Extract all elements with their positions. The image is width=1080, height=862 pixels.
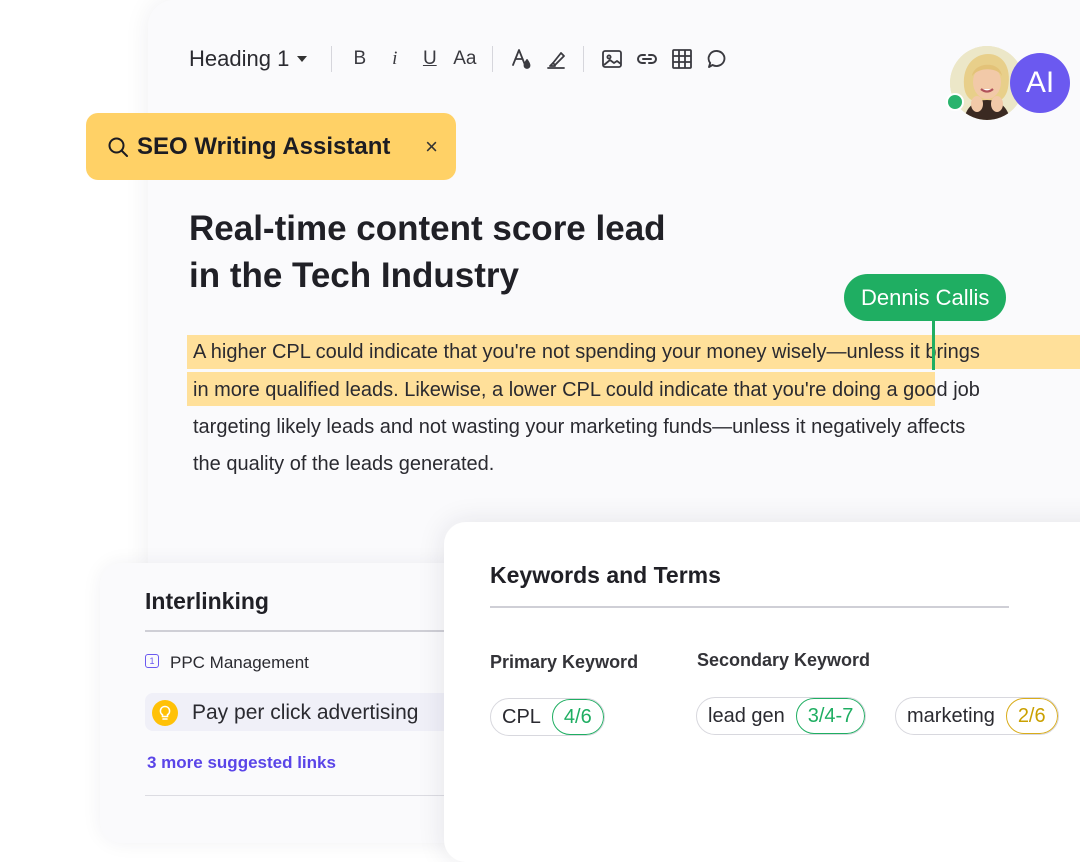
keyword-count: 3/4-7	[795, 698, 866, 734]
seo-assistant-title: SEO Writing Assistant	[137, 132, 391, 160]
keyword-chip[interactable]: CPL 4/6	[490, 698, 605, 736]
interlink-item-label[interactable]: PPC Management	[170, 653, 309, 673]
comment-button[interactable]	[703, 44, 731, 74]
lightbulb-icon	[152, 700, 178, 726]
paragraph-line[interactable]: targeting likely leads and not wasting y…	[193, 416, 965, 439]
keyword-name: lead gen	[708, 704, 785, 727]
ai-assistant-badge[interactable]: AI	[1010, 53, 1070, 113]
keywords-title: Keywords and Terms	[490, 562, 721, 588]
ai-badge-label: AI	[1025, 66, 1055, 99]
underline-icon: U	[422, 48, 437, 69]
collaborator-name: Dennis Callis	[861, 284, 990, 310]
collaborator-name-tag: Dennis Callis	[844, 274, 1007, 321]
keyword-chip[interactable]: lead gen 3/4-7	[696, 697, 867, 735]
suggested-link-text[interactable]: Pay per click advertising	[192, 701, 418, 725]
table-icon	[671, 49, 692, 69]
text-color-icon	[511, 49, 531, 69]
interlinking-bottom-divider	[145, 795, 475, 796]
keyword-count: 2/6	[1005, 698, 1058, 734]
italic-button[interactable]: i	[381, 44, 409, 74]
font-size-icon: Aa	[453, 48, 477, 69]
toolbar-divider	[583, 46, 585, 72]
bold-button[interactable]: B	[346, 44, 374, 74]
text-color-button[interactable]	[507, 44, 535, 74]
insert-image-button[interactable]	[598, 44, 626, 74]
paragraph-line[interactable]: the quality of the leads generated.	[193, 453, 494, 476]
keywords-divider	[490, 606, 1009, 608]
collaborator-cursor	[932, 320, 935, 370]
link-icon	[636, 54, 657, 64]
more-suggested-links-link[interactable]: 3 more suggested links	[147, 753, 336, 773]
underline-button[interactable]: U	[416, 44, 444, 74]
comment-icon	[707, 50, 726, 68]
toolbar-divider	[331, 46, 333, 72]
article-title-line: Real-time content score lead	[189, 209, 666, 248]
keyword-count: 4/6	[551, 699, 604, 735]
close-icon[interactable]: ×	[425, 134, 438, 160]
highlighter-icon	[546, 52, 565, 69]
font-size-button[interactable]: Aa	[451, 44, 479, 74]
article-title[interactable]: Real-time content score lead in the Tech…	[189, 205, 789, 299]
seo-writing-assistant-bar[interactable]: SEO Writing Assistant ×	[86, 113, 456, 180]
interlinking-divider	[145, 630, 475, 632]
paragraph-line[interactable]: A higher CPL could indicate that you're …	[193, 341, 980, 364]
interlinking-title: Interlinking	[145, 588, 269, 614]
secondary-keyword-label: Secondary Keyword	[697, 650, 871, 670]
heading-select-label: Heading 1	[189, 46, 290, 71]
toolbar-divider	[492, 46, 494, 72]
formatting-toolbar: Heading 1 B i U Aa	[189, 38, 734, 80]
keyword-name: marketing	[907, 704, 995, 727]
image-icon	[601, 50, 622, 68]
insert-link-button[interactable]	[633, 44, 661, 74]
bold-icon: B	[353, 48, 367, 69]
primary-keyword-label: Primary Keyword	[490, 652, 639, 672]
insert-table-button[interactable]	[668, 44, 696, 74]
online-status-dot	[946, 93, 964, 111]
chevron-down-icon	[297, 56, 308, 62]
heading-select[interactable]: Heading 1	[189, 46, 308, 72]
article-title-line: in the Tech Industry	[189, 256, 519, 295]
italic-icon: i	[392, 48, 398, 69]
highlight-button[interactable]	[542, 44, 570, 74]
search-icon	[108, 137, 128, 157]
paragraph-line[interactable]: in more qualified leads. Likewise, a low…	[193, 379, 980, 402]
keyword-name: CPL	[502, 705, 541, 728]
keyword-chip[interactable]: marketing 2/6	[895, 697, 1059, 735]
item-number-badge: 1	[145, 654, 159, 668]
